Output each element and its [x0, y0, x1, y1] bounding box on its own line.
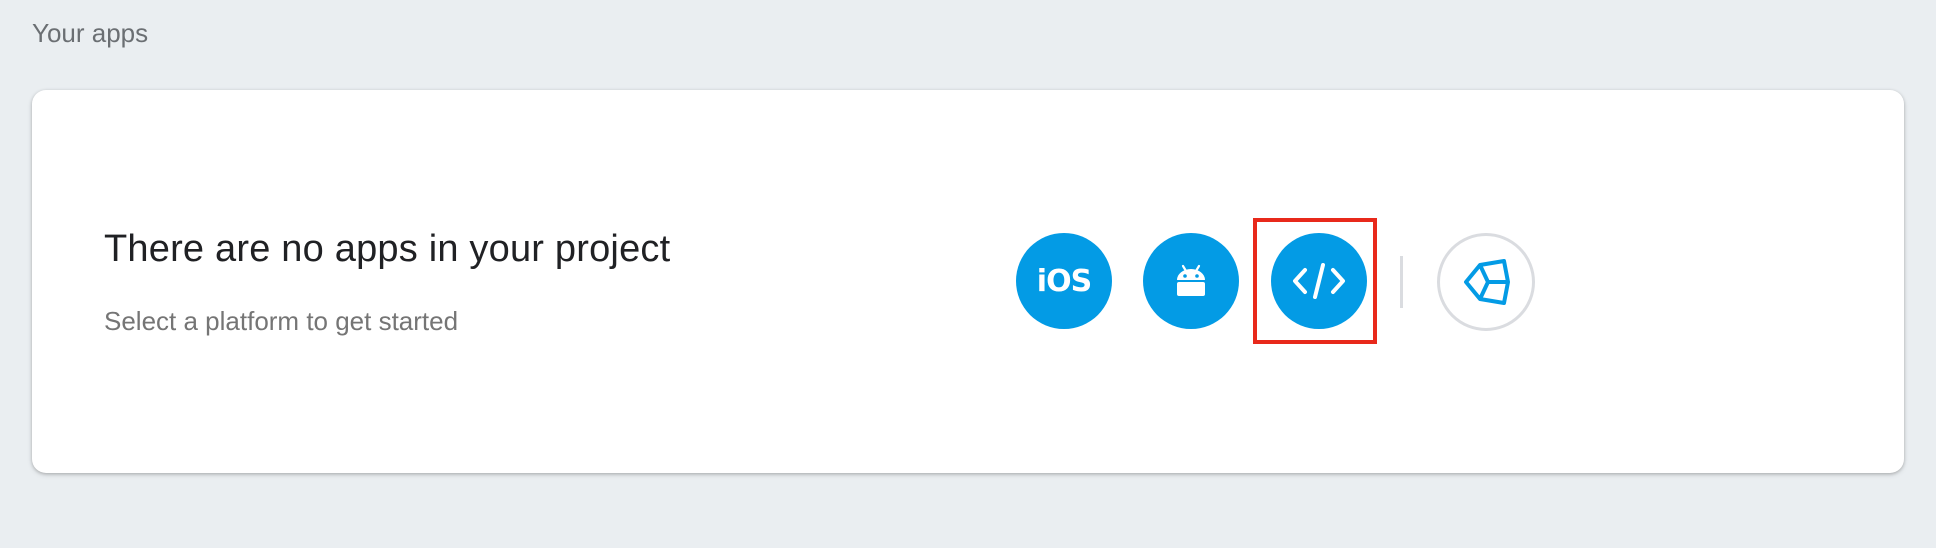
apps-card: There are no apps in your project Select… — [32, 90, 1904, 473]
android-icon — [1177, 264, 1205, 296]
code-brackets-icon — [1293, 263, 1345, 299]
empty-state-subline: Select a platform to get started — [104, 306, 459, 336]
section-title: Your apps — [32, 18, 149, 48]
ios-icon: iOS — [1036, 263, 1092, 299]
unity-icon — [1464, 259, 1510, 305]
unity-platform-button[interactable] — [1437, 233, 1535, 331]
empty-state-headline: There are no apps in your project — [104, 228, 671, 270]
android-platform-button[interactable] — [1143, 233, 1239, 329]
platform-divider — [1400, 256, 1403, 308]
web-platform-button[interactable] — [1271, 233, 1367, 329]
ios-platform-button[interactable]: iOS — [1016, 233, 1112, 329]
